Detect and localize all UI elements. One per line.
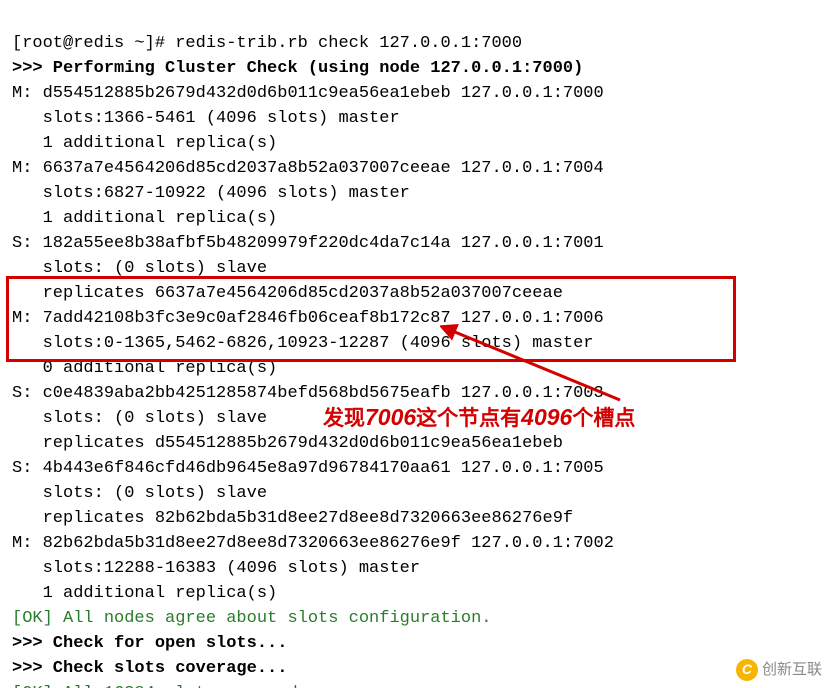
- node-slots: slots:12288-16383 (4096 slots) master: [12, 559, 420, 578]
- shell-prompt-line: [root@redis ~]# redis-trib.rb check 127.…: [12, 34, 522, 53]
- node-line: S: 182a55ee8b38afbf5b48209979f220dc4da7c…: [12, 234, 604, 253]
- watermark-logo-icon: C: [736, 659, 758, 681]
- header-line: >>> Performing Cluster Check (using node…: [12, 59, 583, 78]
- node-replicates: replicates 82b62bda5b31d8ee27d8ee8d73206…: [12, 509, 573, 528]
- node-slots: slots: (0 slots) slave: [12, 409, 267, 428]
- node-replicates: replicates d554512885b2679d432d0d6b011c9…: [12, 434, 563, 453]
- node-line: S: 4b443e6f846cfd46db9645e8a97d96784170a…: [12, 459, 604, 478]
- terminal-output: [root@redis ~]# redis-trib.rb check 127.…: [0, 0, 830, 688]
- ok-line: [OK] All nodes agree about slots configu…: [12, 609, 491, 628]
- node-slots: slots:0-1365,5462-6826,10923-12287 (4096…: [12, 334, 594, 353]
- node-slots: slots:6827-10922 (4096 slots) master: [12, 184, 410, 203]
- ok-line: [OK] All 16384 slots covered.: [12, 684, 308, 688]
- node-line: M: 82b62bda5b31d8ee27d8ee8d7320663ee8627…: [12, 534, 614, 553]
- annotation-text: 发现7006这个节点有4096个槽点: [323, 405, 635, 431]
- node-replicas: 1 additional replica(s): [12, 584, 277, 603]
- node-replicas: 1 additional replica(s): [12, 209, 277, 228]
- node-line: S: c0e4839aba2bb4251285874befd568bd5675e…: [12, 384, 604, 403]
- node-replicas: 1 additional replica(s): [12, 134, 277, 153]
- node-replicates: replicates 6637a7e4564206d85cd2037a8b52a…: [12, 284, 563, 303]
- node-slots: slots: (0 slots) slave: [12, 484, 267, 503]
- node-slots: slots:1366-5461 (4096 slots) master: [12, 109, 400, 128]
- node-replicas: 0 additional replica(s): [12, 359, 277, 378]
- check-open-line: >>> Check for open slots...: [12, 634, 287, 653]
- node-line: M: 6637a7e4564206d85cd2037a8b52a037007ce…: [12, 159, 604, 178]
- node-line: M: 7add42108b3fc3e9c0af2846fb06ceaf8b172…: [12, 309, 604, 328]
- node-slots: slots: (0 slots) slave: [12, 259, 267, 278]
- watermark: C 创新互联: [736, 657, 822, 682]
- node-line: M: d554512885b2679d432d0d6b011c9ea56ea1e…: [12, 84, 604, 103]
- watermark-text: 创新互联: [762, 657, 822, 682]
- check-coverage-line: >>> Check slots coverage...: [12, 659, 287, 678]
